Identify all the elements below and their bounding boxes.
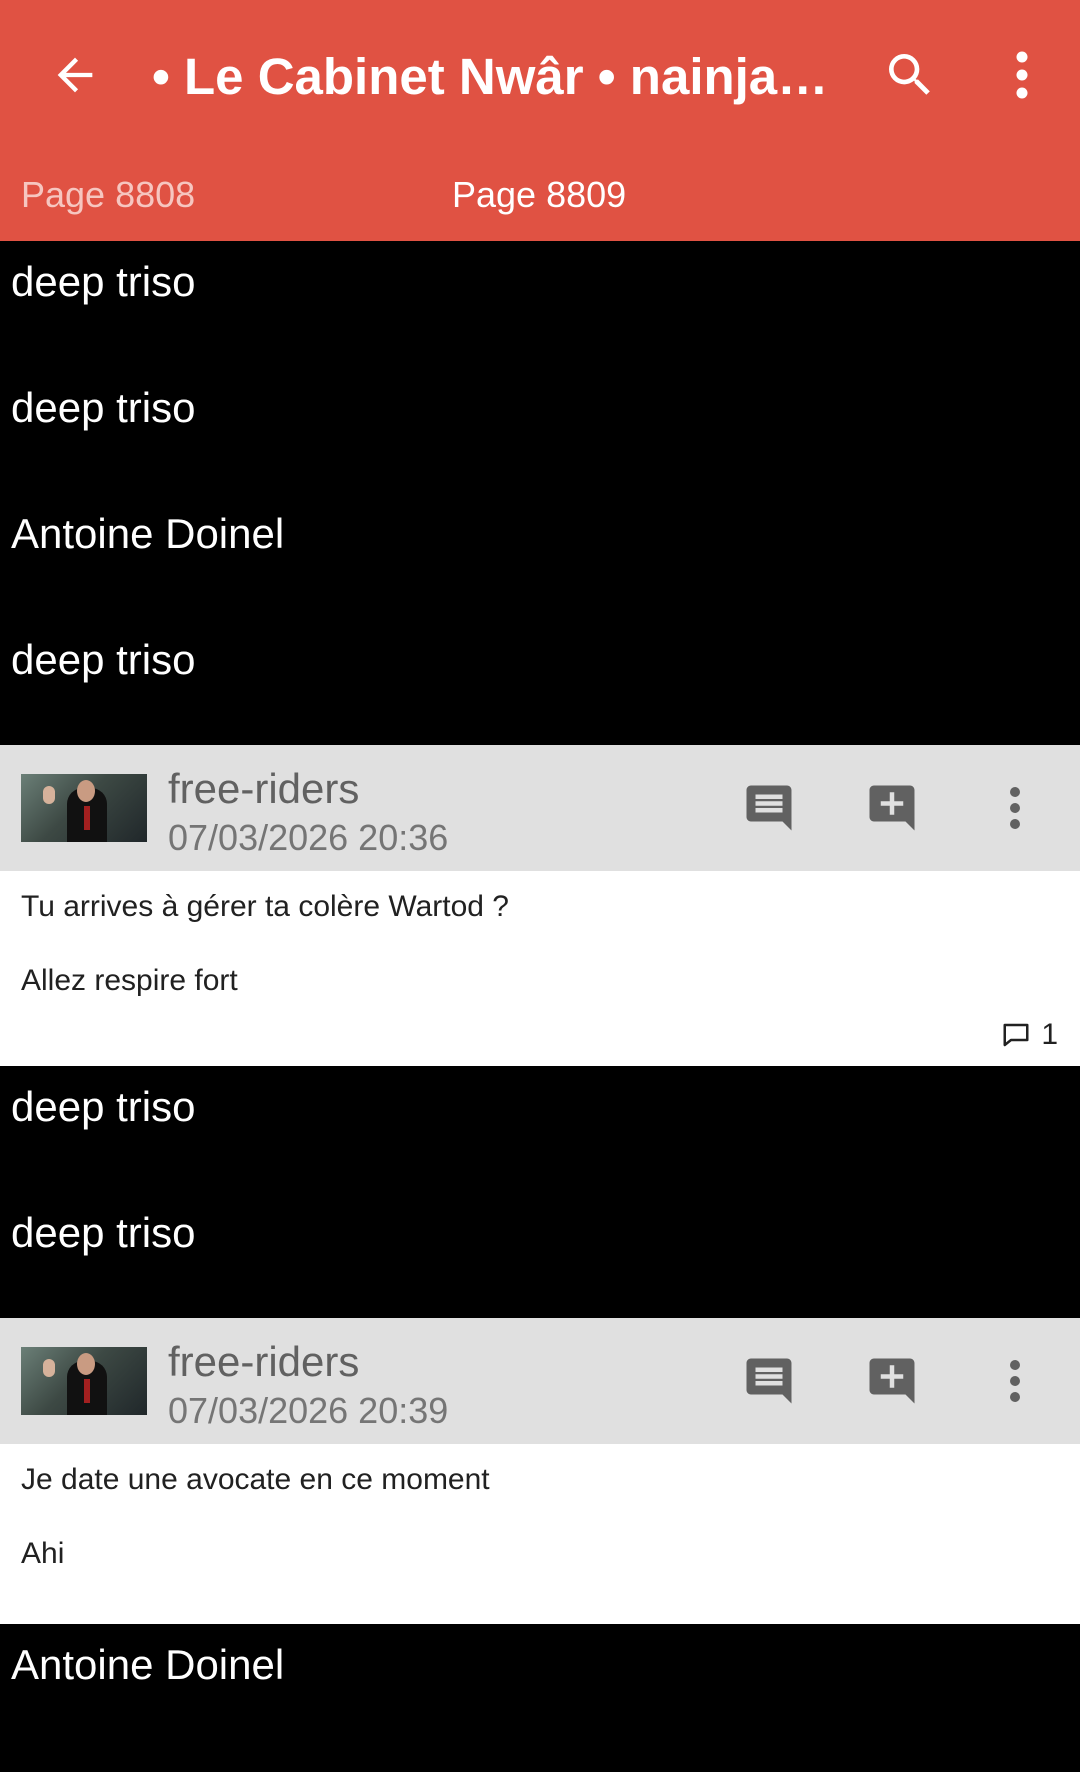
post-text-line: Allez respire fort (21, 964, 238, 997)
comment-icon (746, 1358, 792, 1404)
add-comment-icon (869, 785, 915, 831)
ignored-message[interactable]: deep triso (0, 367, 1080, 493)
back-button[interactable] (40, 35, 110, 115)
message-feed: deep triso deep triso Antoine Doinel dee… (0, 241, 1080, 1772)
quote-button[interactable] (739, 775, 799, 841)
post: free-riders 07/03/2026 20:39 Je date une… (0, 1318, 1080, 1624)
post-date: 07/03/2026 20:39 (168, 1390, 449, 1431)
quote-button[interactable] (739, 1348, 799, 1414)
post-menu-button[interactable] (1000, 775, 1030, 841)
post-text-line: Ahi (21, 1537, 65, 1570)
page-tabs: Page 8808 Page 8809 (0, 150, 1080, 241)
more-vert-icon (1016, 51, 1028, 99)
ignored-author: deep triso (11, 1083, 196, 1130)
reply-count: 1 (1041, 1018, 1058, 1051)
more-vert-icon (1010, 1360, 1020, 1402)
add-comment-icon (869, 1358, 915, 1404)
ignored-message[interactable]: Antoine Doinel (0, 1624, 1080, 1750)
ignored-message[interactable]: Antoine Doinel (0, 493, 1080, 619)
more-vert-icon (1010, 787, 1020, 829)
post-text-line: Tu arrives à gérer ta colère Wartod ? (21, 890, 509, 923)
ignored-author: Antoine Doinel (11, 1641, 285, 1688)
tab-previous-page[interactable]: Page 8808 (21, 172, 195, 218)
ignored-author: deep triso (11, 384, 196, 431)
post-body: Tu arrives à gérer ta colère Wartod ? Al… (0, 871, 1080, 1000)
toolbar: • Le Cabinet Nwâr • nainjau… (0, 0, 1080, 150)
post-author[interactable]: free-riders (168, 765, 359, 813)
ignored-message[interactable]: deep triso (0, 619, 1080, 745)
post-header: free-riders 07/03/2026 20:39 (0, 1318, 1080, 1444)
tab-current-page[interactable]: Page 8809 (452, 172, 626, 218)
comment-icon (746, 785, 792, 831)
reply-button[interactable] (862, 1348, 922, 1414)
ignored-message[interactable]: deep triso (0, 1066, 1080, 1192)
ignored-author: Antoine Doinel (11, 510, 285, 557)
topic-title: • Le Cabinet Nwâr • nainjau… (152, 48, 842, 105)
replies-button[interactable]: 1 (1001, 1018, 1058, 1052)
post-body: Je date une avocate en ce moment Ahi (0, 1444, 1080, 1624)
post-text-line: Je date une avocate en ce moment (21, 1463, 490, 1496)
post: free-riders 07/03/2026 20:36 Tu arrives … (0, 745, 1080, 1066)
ignored-author: deep triso (11, 258, 196, 305)
app-bar: • Le Cabinet Nwâr • nainjau… Page 8808 P… (0, 0, 1080, 241)
post-menu-button[interactable] (1000, 1348, 1030, 1414)
post-date: 07/03/2026 20:36 (168, 817, 449, 858)
reply-button[interactable] (862, 775, 922, 841)
avatar[interactable] (21, 1347, 147, 1415)
arrow-back-icon (57, 57, 93, 93)
ignored-author: deep triso (11, 636, 196, 683)
ignored-message[interactable]: deep triso (0, 1192, 1080, 1318)
ignored-author: deep triso (11, 1209, 196, 1256)
comment-outline-icon (1003, 1023, 1029, 1047)
ignored-message[interactable]: deep triso (0, 241, 1080, 367)
overflow-menu-button[interactable] (1000, 35, 1044, 115)
post-footer: 1 (0, 1018, 1080, 1066)
post-header: free-riders 07/03/2026 20:36 (0, 745, 1080, 871)
search-icon (889, 54, 930, 95)
search-button[interactable] (872, 35, 948, 115)
avatar[interactable] (21, 774, 147, 842)
post-author[interactable]: free-riders (168, 1338, 359, 1386)
